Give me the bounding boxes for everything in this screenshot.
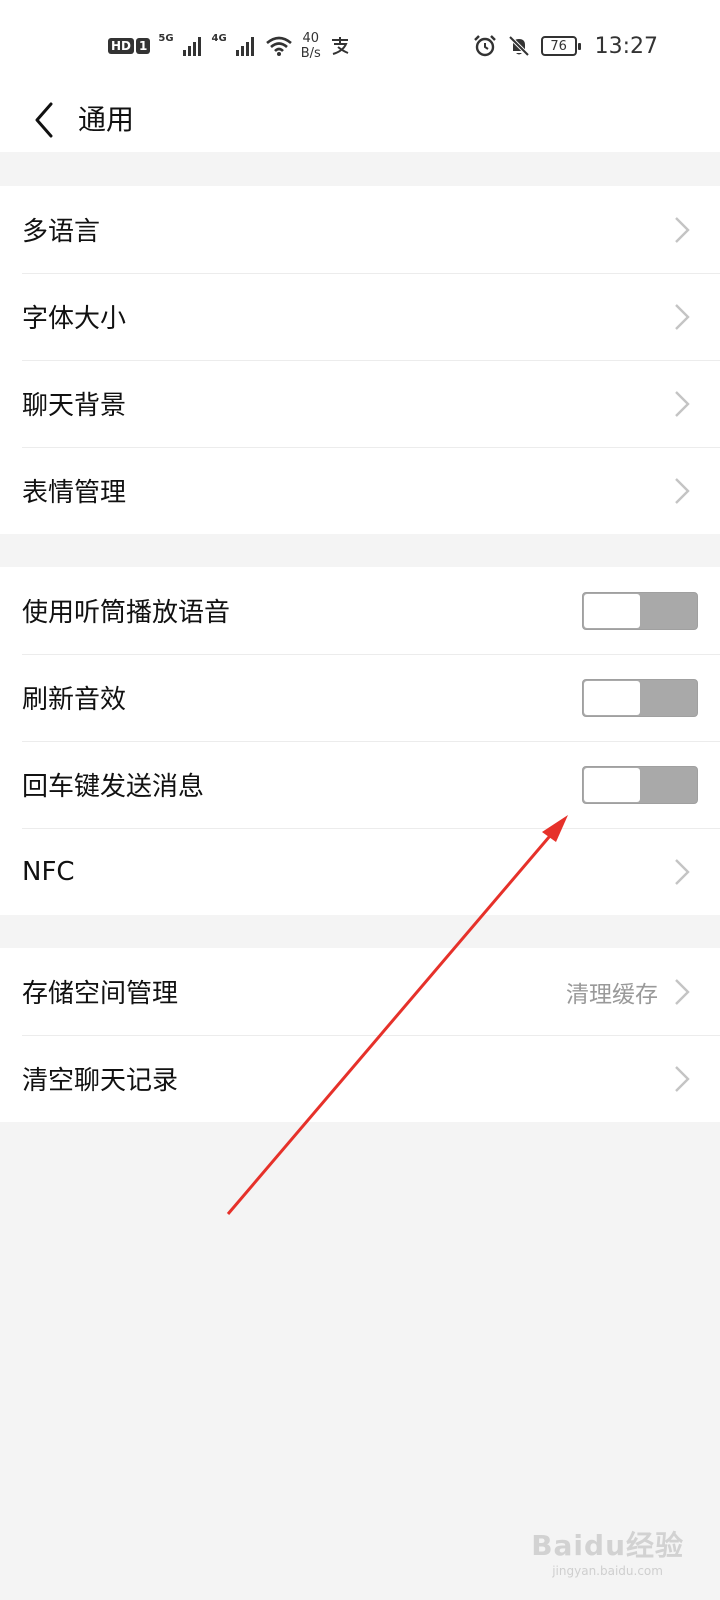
chevron-right-icon bbox=[675, 1065, 690, 1092]
settings-group-display: 多语言 字体大小 聊天背景 表情管理 bbox=[0, 186, 720, 534]
row-earpiece-playback: 使用听筒播放语音 bbox=[0, 567, 720, 654]
net-label-4g: 4G bbox=[211, 32, 227, 44]
row-font-size-label: 字体大小 bbox=[22, 304, 127, 334]
toggle-knob bbox=[584, 680, 640, 715]
settings-group-sound: 使用听筒播放语音 刷新音效 回车键发送消息 NFC bbox=[0, 567, 720, 915]
row-font-size[interactable]: 字体大小 bbox=[0, 273, 720, 360]
settings-group-storage: 存储空间管理 清理缓存 清空聊天记录 bbox=[0, 948, 720, 1122]
hd-label: HD bbox=[108, 38, 135, 54]
row-clear-chat-history[interactable]: 清空聊天记录 bbox=[0, 1035, 720, 1122]
alarm-icon bbox=[473, 35, 496, 57]
row-language[interactable]: 多语言 bbox=[0, 186, 720, 273]
row-storage-management[interactable]: 存储空间管理 清理缓存 bbox=[0, 948, 720, 1035]
chevron-right-icon bbox=[675, 858, 690, 885]
bell-muted-icon bbox=[508, 35, 530, 57]
chevron-right-icon bbox=[675, 477, 690, 504]
row-chat-background-label: 聊天背景 bbox=[22, 391, 127, 421]
row-clear-chat-history-label: 清空聊天记录 bbox=[22, 1066, 179, 1096]
row-language-label: 多语言 bbox=[22, 217, 101, 247]
signal-icon-2 bbox=[235, 37, 254, 56]
sim-label: 1 bbox=[136, 38, 151, 54]
row-sticker-management-label: 表情管理 bbox=[22, 478, 127, 508]
refresh-sound-toggle[interactable] bbox=[582, 678, 698, 717]
battery-indicator: 76 bbox=[540, 36, 581, 56]
baidu-watermark: Baidu经验 jingyan.baidu.com bbox=[531, 1524, 684, 1578]
earpiece-playback-toggle[interactable] bbox=[582, 591, 698, 630]
chevron-right-icon bbox=[675, 390, 690, 417]
chevron-left-icon bbox=[35, 102, 53, 138]
row-refresh-sound-label: 刷新音效 bbox=[22, 685, 127, 715]
page-title: 通用 bbox=[78, 103, 135, 136]
status-right: 76 13:27 bbox=[473, 30, 658, 62]
toggle-knob bbox=[584, 593, 640, 628]
row-storage-management-value: 清理缓存 bbox=[566, 981, 658, 1008]
row-nfc-label: NFC bbox=[22, 856, 75, 887]
row-earpiece-playback-label: 使用听筒播放语音 bbox=[22, 598, 231, 628]
status-bar: HD 1 5G 4G 40 B/s 76 13:27 bbox=[0, 0, 720, 90]
page-header: 通用 bbox=[0, 90, 720, 152]
signal-icon bbox=[182, 37, 201, 56]
row-enter-to-send-label: 回车键发送消息 bbox=[22, 772, 205, 802]
chevron-right-icon bbox=[675, 978, 690, 1005]
toggle-knob bbox=[584, 767, 640, 802]
enter-to-send-toggle[interactable] bbox=[582, 765, 698, 804]
chevron-right-icon bbox=[675, 216, 690, 243]
watermark-logo: Baidu经验 bbox=[531, 1529, 684, 1562]
net-speed-value: 40 bbox=[302, 31, 320, 46]
row-sticker-management[interactable]: 表情管理 bbox=[0, 447, 720, 534]
row-enter-to-send: 回车键发送消息 bbox=[0, 741, 720, 828]
net-label-5g: 5G bbox=[158, 32, 174, 44]
status-time: 13:27 bbox=[594, 33, 658, 59]
row-chat-background[interactable]: 聊天背景 bbox=[0, 360, 720, 447]
watermark-url: jingyan.baidu.com bbox=[552, 1564, 663, 1578]
net-speed: 40 B/s bbox=[301, 31, 321, 61]
row-nfc[interactable]: NFC bbox=[0, 828, 720, 915]
alipay-icon bbox=[331, 37, 349, 55]
chevron-right-icon bbox=[675, 303, 690, 330]
row-refresh-sound: 刷新音效 bbox=[0, 654, 720, 741]
battery-level: 76 bbox=[550, 38, 567, 54]
row-storage-management-label: 存储空间管理 bbox=[22, 979, 179, 1009]
back-button[interactable] bbox=[24, 96, 64, 144]
status-left: HD 1 5G 4G 40 B/s bbox=[108, 30, 351, 62]
wifi-icon bbox=[265, 36, 292, 56]
net-speed-unit: B/s bbox=[300, 46, 321, 61]
hd-badge: HD 1 bbox=[108, 38, 151, 54]
